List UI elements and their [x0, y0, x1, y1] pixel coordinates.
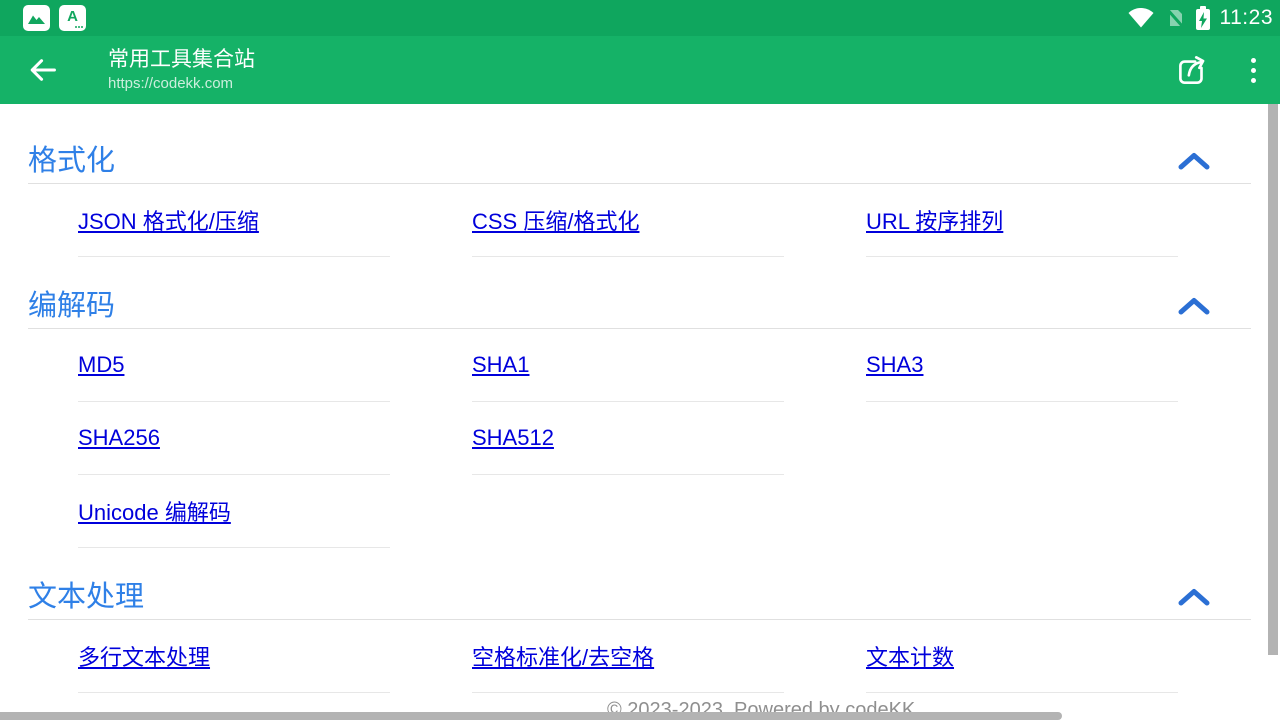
- tool-item: SHA3: [866, 329, 1178, 402]
- tool-link-url-sort[interactable]: URL 按序排列: [866, 204, 1003, 236]
- tool-link-unicode[interactable]: Unicode 编解码: [78, 495, 231, 527]
- tool-item: JSON 格式化/压缩: [78, 184, 390, 257]
- section-title: 格式化: [28, 144, 115, 178]
- tool-item: SHA1: [472, 329, 784, 402]
- status-bar: A 11:23: [0, 0, 1280, 36]
- tool-link-multiline-text[interactable]: 多行文本处理: [78, 640, 210, 672]
- section-formatting: 格式化 JSON 格式化/压缩 CSS 压缩/格式化 URL 按序排列: [28, 104, 1251, 257]
- tool-link-sha1[interactable]: SHA1: [472, 352, 529, 378]
- open-in-browser-button[interactable]: [1173, 51, 1211, 89]
- tool-item: URL 按序排列: [866, 184, 1178, 257]
- tool-item: Unicode 编解码: [78, 475, 390, 548]
- tool-item: SHA256: [78, 402, 390, 475]
- tool-link-whitespace[interactable]: 空格标准化/去空格: [472, 640, 654, 672]
- vertical-scrollbar[interactable]: [1268, 104, 1278, 655]
- tool-item: MD5: [78, 329, 390, 402]
- tool-item: 文本计数: [866, 620, 1178, 693]
- horizontal-scrollbar[interactable]: [0, 712, 1062, 720]
- wifi-icon: [1128, 8, 1154, 28]
- tool-item: SHA512: [472, 402, 784, 475]
- section-collapse-button[interactable]: [1177, 151, 1211, 171]
- section-title: 文本处理: [28, 580, 144, 614]
- section-title: 编解码: [28, 289, 115, 323]
- section-encoding: 编解码 MD5 SHA1 SHA3 SHA256: [28, 289, 1251, 548]
- app-bar-actions: [1173, 51, 1258, 89]
- tool-link-md5[interactable]: MD5: [78, 352, 124, 378]
- grid-spacer: [866, 402, 1178, 475]
- overflow-menu-button[interactable]: [1249, 54, 1258, 87]
- chevron-up-icon: [1177, 151, 1211, 171]
- image-notification-icon: [23, 5, 50, 31]
- status-bar-indicators: 11:23: [1128, 6, 1274, 30]
- back-arrow-icon: [26, 54, 58, 86]
- page-url: https://codekk.com: [108, 75, 255, 93]
- app-bar-titles: 常用工具集合站 https://codekk.com: [108, 47, 255, 93]
- back-button[interactable]: [20, 48, 64, 92]
- status-bar-notifications: A: [23, 5, 86, 31]
- tool-item: CSS 压缩/格式化: [472, 184, 784, 257]
- tool-link-json-format[interactable]: JSON 格式化/压缩: [78, 204, 259, 236]
- tool-link-sha3[interactable]: SHA3: [866, 352, 923, 378]
- battery-charging-icon: [1196, 6, 1210, 30]
- tool-link-css-compress[interactable]: CSS 压缩/格式化: [472, 204, 639, 236]
- auto-text-notification-icon: A: [59, 5, 86, 31]
- tool-item: 多行文本处理: [78, 620, 390, 693]
- chevron-up-icon: [1177, 587, 1211, 607]
- page-title: 常用工具集合站: [108, 47, 255, 73]
- tool-link-text-count[interactable]: 文本计数: [866, 640, 954, 672]
- app-bar: 常用工具集合站 https://codekk.com: [0, 36, 1280, 104]
- section-text-processing: 文本处理 多行文本处理 空格标准化/去空格 文本计数: [28, 580, 1251, 693]
- chevron-up-icon: [1177, 296, 1211, 316]
- no-sim-icon: [1164, 7, 1186, 29]
- section-collapse-button[interactable]: [1177, 587, 1211, 607]
- status-bar-clock: 11:23: [1220, 6, 1274, 30]
- section-collapse-button[interactable]: [1177, 296, 1211, 316]
- open-in-browser-icon: [1173, 51, 1211, 89]
- page-content: 格式化 JSON 格式化/压缩 CSS 压缩/格式化 URL 按序排列: [0, 104, 1280, 720]
- tool-link-sha256[interactable]: SHA256: [78, 425, 160, 451]
- tool-item: 空格标准化/去空格: [472, 620, 784, 693]
- tool-link-sha512[interactable]: SHA512: [472, 425, 554, 451]
